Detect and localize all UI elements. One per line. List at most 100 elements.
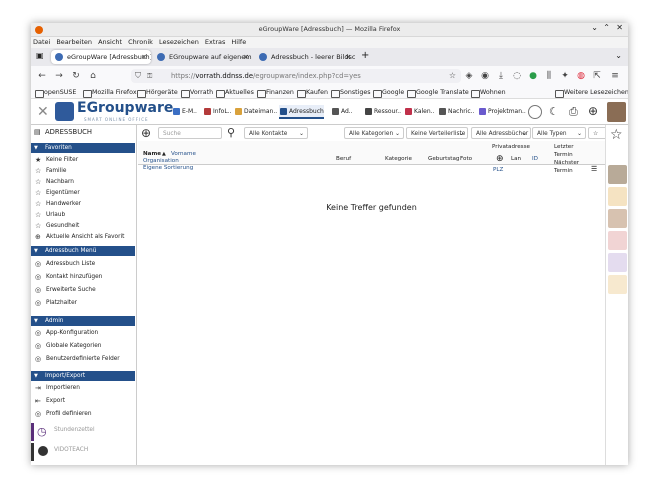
menu-lesezeichen[interactable]: Lesezeichen xyxy=(159,37,199,48)
reload-icon[interactable]: ↻ xyxy=(70,70,82,82)
column-selection-icon[interactable]: ☰ xyxy=(591,165,597,173)
import-profil-definieren[interactable]: ◎ Profil definieren xyxy=(31,409,135,419)
favorites-star-icon[interactable]: ☆ xyxy=(610,127,623,143)
menu-hilfe[interactable]: Hilfe xyxy=(231,37,246,48)
bookmark-item[interactable]: Sonstiges xyxy=(331,86,371,99)
avatar[interactable] xyxy=(607,102,626,122)
bookmark-item[interactable]: Aktuelles xyxy=(216,86,254,99)
profile-icon[interactable]: ◍ xyxy=(575,70,587,82)
menu-chronik[interactable]: Chronik xyxy=(128,37,153,48)
col-kategorie[interactable]: Kategorie xyxy=(385,155,412,163)
close-sidebar-icon[interactable]: ✕ xyxy=(37,104,49,120)
avatar[interactable] xyxy=(608,253,627,272)
bookmark-star-icon[interactable]: ☆ xyxy=(449,69,456,83)
col-eigene-sortierung[interactable]: Eigene Sortierung xyxy=(143,164,193,172)
bookmark-item[interactable]: Finanzen xyxy=(257,86,294,99)
download-icon[interactable]: ⤓ xyxy=(495,70,507,82)
col-privatadresse[interactable]: Privatadresse xyxy=(492,143,530,151)
contacts-filter-select[interactable]: Alle Kontakte ⌄ xyxy=(244,127,308,139)
bookmark-item[interactable]: Google xyxy=(373,86,404,99)
tab-egroupware-eigenem[interactable]: EGroupware auf eigenem × xyxy=(153,50,253,64)
menu-erweiterte-suche[interactable]: ◎ Erweiterte Suche xyxy=(31,285,135,295)
share-icon[interactable]: ⇱ xyxy=(591,70,603,82)
app-tab-admin[interactable]: Ad.. xyxy=(331,105,353,119)
favorite-familie[interactable]: ☆ Familie xyxy=(31,166,135,176)
app-tab-projektmanager[interactable]: Projektman.. xyxy=(478,105,526,119)
col-id[interactable]: ID xyxy=(532,155,538,163)
maximize-icon[interactable]: ⌃ xyxy=(603,23,610,32)
avatar[interactable] xyxy=(608,209,627,228)
back-icon[interactable]: ← xyxy=(36,70,48,82)
bookmark-item[interactable]: Vorrath xyxy=(181,86,213,99)
url-bar[interactable]: ⛉ ⚿ https://vorrath.ddnss.de/egroupware/… xyxy=(131,69,461,83)
section-favoriten[interactable]: Favoriten xyxy=(31,143,135,153)
addressbooks-select[interactable]: Alle Adressbücher ⌄ xyxy=(471,127,531,139)
library-icon[interactable]: ⫼ xyxy=(543,70,555,82)
app-tab-infolog[interactable]: InfoL.. xyxy=(203,105,232,119)
minimize-icon[interactable]: ⌄ xyxy=(591,23,598,32)
add-icon[interactable]: ⊕ xyxy=(588,104,598,118)
home-icon[interactable]: ⌂ xyxy=(87,70,99,82)
extension-icon-2[interactable]: ● xyxy=(527,70,539,82)
bookmark-item[interactable]: Mozilla Firefox xyxy=(83,86,137,99)
print-icon[interactable]: ⎙ xyxy=(569,105,578,119)
tab-list-icon[interactable]: ▣ xyxy=(36,51,44,60)
app-tab-nachrichten[interactable]: Nachric.. xyxy=(438,105,475,119)
pocket-icon[interactable]: ◈ xyxy=(463,70,475,82)
bookmark-item[interactable]: Wohnen xyxy=(471,86,506,99)
export-exportieren[interactable]: ⇤ Export xyxy=(31,396,135,406)
extension-icon-1[interactable]: ◌ xyxy=(511,70,523,82)
menu-kontakt-hinzufuegen[interactable]: ◎ Kontakt hinzufügen xyxy=(31,272,135,282)
app-tab-ressourcen[interactable]: Ressour.. xyxy=(364,105,401,119)
tab-close-icon[interactable]: × xyxy=(141,50,147,64)
distribution-list-select[interactable]: Keine Verteilerliste ⌄ xyxy=(406,127,468,139)
dark-mode-icon[interactable]: ☾ xyxy=(549,105,559,118)
app-tab-kalender[interactable]: Kalen.. xyxy=(404,105,434,119)
tab-close-icon[interactable]: × xyxy=(243,50,249,64)
section-import-export[interactable]: Import/Export xyxy=(31,371,135,381)
categories-filter-select[interactable]: Alle Kategorien ⌄ xyxy=(344,127,404,139)
section-admin[interactable]: Admin xyxy=(31,316,135,326)
col-beruf[interactable]: Beruf xyxy=(336,155,351,163)
avatar[interactable] xyxy=(608,187,627,206)
col-letzter-termin[interactable]: Letzter Termin xyxy=(554,143,584,159)
add-favorite[interactable]: ⊕ Aktuelle Ansicht als Favorit xyxy=(31,232,135,242)
menu-datei[interactable]: Datei xyxy=(33,37,50,48)
menu-platzhalter[interactable]: ◎ Platzhalter xyxy=(31,298,135,308)
bookmark-item[interactable]: Google Translate xyxy=(407,86,469,99)
menu-ansicht[interactable]: Ansicht xyxy=(98,37,122,48)
avatar[interactable] xyxy=(608,231,627,250)
close-icon[interactable]: ✕ xyxy=(616,23,623,32)
avatar[interactable] xyxy=(608,275,627,294)
menu-bearbeiten[interactable]: Bearbeiten xyxy=(56,37,92,48)
account-icon[interactable]: ◉ xyxy=(479,70,491,82)
col-geburtstag[interactable]: Geburtstag xyxy=(428,155,459,163)
add-contact-icon[interactable]: ⊕ xyxy=(141,126,151,140)
forward-icon[interactable]: → xyxy=(53,70,65,82)
favorite-keine-filter[interactable]: ★ Keine Filter xyxy=(31,155,135,165)
favorite-gesundheit[interactable]: ☆ Gesundheit xyxy=(31,221,135,231)
admin-benutzerdefinierte-felder[interactable]: ◎ Benutzerdefinierte Felder xyxy=(31,354,135,364)
favorite-handwerker[interactable]: ☆ Handwerker xyxy=(31,199,135,209)
admin-globale-kategorien[interactable]: ◎ Globale Kategorien xyxy=(31,341,135,351)
import-importieren[interactable]: ⇥ Importieren xyxy=(31,383,135,393)
col-naechster-termin[interactable]: Nächster Termin xyxy=(554,159,584,175)
extensions-puzzle-icon[interactable]: ✦ xyxy=(559,70,571,82)
favorite-eigentuemer[interactable]: ☆ Eigentümer xyxy=(31,188,135,198)
favorite-nachbarn[interactable]: ☆ Nachbarn xyxy=(31,177,135,187)
section-adressbuch-menu[interactable]: Adressbuch Menü xyxy=(31,246,135,256)
admin-app-konfiguration[interactable]: ◎ App-Konfiguration xyxy=(31,328,135,338)
search-input[interactable]: Suche xyxy=(158,127,222,139)
tab-leerer-bildschirm[interactable]: Adressbuch - leerer Bildsc × xyxy=(255,50,355,64)
avatar[interactable] xyxy=(608,165,627,184)
types-select[interactable]: Alle Typen ⌄ xyxy=(532,127,586,139)
app-tab-dateimanager[interactable]: Dateiman.. xyxy=(234,105,277,119)
app-menu-icon[interactable]: ≡ xyxy=(609,70,621,82)
col-foto[interactable]: Foto xyxy=(460,155,472,163)
col-land[interactable]: Lan xyxy=(511,155,521,163)
bookmark-item[interactable]: Hörgeräte xyxy=(137,86,178,99)
app-stundenzettel[interactable]: ◷ Stundenzettel xyxy=(31,423,135,441)
app-tab-email[interactable]: E-M.. xyxy=(172,105,197,119)
new-tab-icon[interactable]: + xyxy=(361,50,369,61)
bookmark-item[interactable]: Weitere Lesezeichen xyxy=(555,86,628,99)
